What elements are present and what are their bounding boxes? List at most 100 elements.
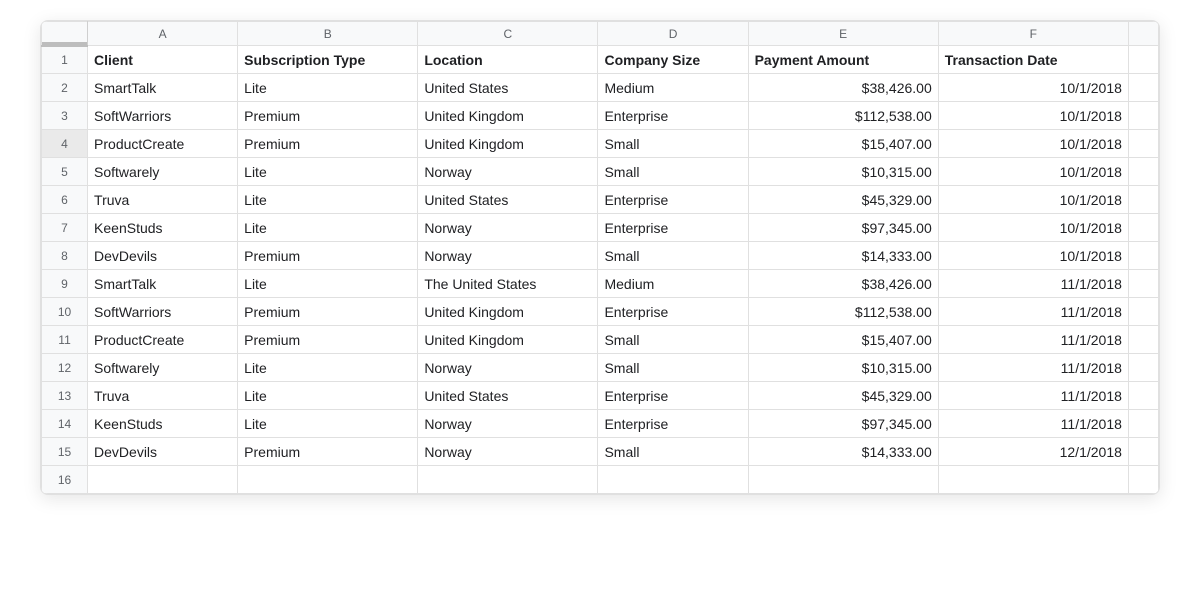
cell-empty[interactable] — [418, 466, 598, 494]
cell-client[interactable]: SoftWarriors — [88, 298, 238, 326]
cell-client[interactable]: SmartTalk — [88, 270, 238, 298]
cell-location[interactable]: United States — [418, 186, 598, 214]
cell-subscription-type[interactable]: Premium — [238, 298, 418, 326]
col-header-D[interactable]: D — [598, 22, 748, 46]
cell-location[interactable]: United Kingdom — [418, 298, 598, 326]
cell-company-size[interactable]: Small — [598, 158, 748, 186]
cell-company-size[interactable]: Small — [598, 242, 748, 270]
cell-blank[interactable] — [1128, 46, 1158, 74]
cell-blank[interactable] — [1128, 410, 1158, 438]
cell-payment-amount[interactable]: $15,407.00 — [748, 130, 938, 158]
cell-transaction-date[interactable]: 11/1/2018 — [938, 410, 1128, 438]
cell-subscription-type[interactable]: Lite — [238, 382, 418, 410]
cell-blank[interactable] — [1128, 354, 1158, 382]
header-payment-amount[interactable]: Payment Amount — [748, 46, 938, 74]
col-header-C[interactable]: C — [418, 22, 598, 46]
cell-company-size[interactable]: Enterprise — [598, 214, 748, 242]
cell-payment-amount[interactable]: $45,329.00 — [748, 186, 938, 214]
cell-location[interactable]: Norway — [418, 158, 598, 186]
cell-transaction-date[interactable]: 10/1/2018 — [938, 130, 1128, 158]
col-header-F[interactable]: F — [938, 22, 1128, 46]
cell-location[interactable]: Norway — [418, 354, 598, 382]
cell-subscription-type[interactable]: Lite — [238, 270, 418, 298]
row-header-1[interactable]: 1 — [42, 46, 88, 74]
cell-transaction-date[interactable]: 10/1/2018 — [938, 74, 1128, 102]
cell-empty[interactable] — [938, 466, 1128, 494]
cell-payment-amount[interactable]: $38,426.00 — [748, 270, 938, 298]
cell-blank[interactable] — [1128, 158, 1158, 186]
row-header-11[interactable]: 11 — [42, 326, 88, 354]
cell-client[interactable]: Truva — [88, 382, 238, 410]
cell-location[interactable]: United States — [418, 74, 598, 102]
cell-location[interactable]: United Kingdom — [418, 102, 598, 130]
row-header-9[interactable]: 9 — [42, 270, 88, 298]
row-header-14[interactable]: 14 — [42, 410, 88, 438]
cell-transaction-date[interactable]: 10/1/2018 — [938, 242, 1128, 270]
cell-client[interactable]: DevDevils — [88, 242, 238, 270]
cell-location[interactable]: United Kingdom — [418, 326, 598, 354]
cell-subscription-type[interactable]: Premium — [238, 102, 418, 130]
cell-location[interactable]: United Kingdom — [418, 130, 598, 158]
cell-company-size[interactable]: Enterprise — [598, 298, 748, 326]
cell-blank[interactable] — [1128, 242, 1158, 270]
header-subscription-type[interactable]: Subscription Type — [238, 46, 418, 74]
cell-payment-amount[interactable]: $10,315.00 — [748, 158, 938, 186]
cell-client[interactable]: SoftWarriors — [88, 102, 238, 130]
cell-blank[interactable] — [1128, 214, 1158, 242]
cell-company-size[interactable]: Enterprise — [598, 102, 748, 130]
cell-blank[interactable] — [1128, 438, 1158, 466]
cell-blank[interactable] — [1128, 382, 1158, 410]
cell-client[interactable]: KeenStuds — [88, 410, 238, 438]
row-header-6[interactable]: 6 — [42, 186, 88, 214]
cell-payment-amount[interactable]: $10,315.00 — [748, 354, 938, 382]
cell-transaction-date[interactable]: 12/1/2018 — [938, 438, 1128, 466]
cell-payment-amount[interactable]: $38,426.00 — [748, 74, 938, 102]
row-header-15[interactable]: 15 — [42, 438, 88, 466]
cell-subscription-type[interactable]: Lite — [238, 74, 418, 102]
row-header-10[interactable]: 10 — [42, 298, 88, 326]
spreadsheet[interactable]: A B C D E F 1ClientSubscription TypeLoca… — [40, 20, 1160, 495]
cell-subscription-type[interactable]: Lite — [238, 410, 418, 438]
cell-transaction-date[interactable]: 10/1/2018 — [938, 102, 1128, 130]
cell-company-size[interactable]: Medium — [598, 74, 748, 102]
cell-company-size[interactable]: Small — [598, 130, 748, 158]
col-header-B[interactable]: B — [238, 22, 418, 46]
row-header-2[interactable]: 2 — [42, 74, 88, 102]
grid[interactable]: A B C D E F 1ClientSubscription TypeLoca… — [41, 21, 1159, 494]
cell-client[interactable]: ProductCreate — [88, 326, 238, 354]
cell-blank[interactable] — [1128, 270, 1158, 298]
cell-client[interactable]: SmartTalk — [88, 74, 238, 102]
row-header-12[interactable]: 12 — [42, 354, 88, 382]
cell-subscription-type[interactable]: Lite — [238, 158, 418, 186]
cell-client[interactable]: DevDevils — [88, 438, 238, 466]
cell-company-size[interactable]: Small — [598, 326, 748, 354]
cell-client[interactable]: ProductCreate — [88, 130, 238, 158]
cell-company-size[interactable]: Medium — [598, 270, 748, 298]
cell-empty[interactable] — [1128, 466, 1158, 494]
cell-subscription-type[interactable]: Lite — [238, 214, 418, 242]
cell-location[interactable]: Norway — [418, 214, 598, 242]
cell-location[interactable]: Norway — [418, 410, 598, 438]
cell-empty[interactable] — [748, 466, 938, 494]
cell-company-size[interactable]: Enterprise — [598, 410, 748, 438]
cell-transaction-date[interactable]: 11/1/2018 — [938, 326, 1128, 354]
cell-payment-amount[interactable]: $14,333.00 — [748, 242, 938, 270]
cell-location[interactable]: Norway — [418, 438, 598, 466]
cell-company-size[interactable]: Small — [598, 438, 748, 466]
cell-payment-amount[interactable]: $97,345.00 — [748, 214, 938, 242]
cell-client[interactable]: Softwarely — [88, 354, 238, 382]
cell-subscription-type[interactable]: Premium — [238, 130, 418, 158]
cell-subscription-type[interactable]: Premium — [238, 242, 418, 270]
cell-payment-amount[interactable]: $112,538.00 — [748, 102, 938, 130]
cell-transaction-date[interactable]: 10/1/2018 — [938, 214, 1128, 242]
cell-transaction-date[interactable]: 10/1/2018 — [938, 186, 1128, 214]
cell-location[interactable]: United States — [418, 382, 598, 410]
cell-location[interactable]: Norway — [418, 242, 598, 270]
row-header-8[interactable]: 8 — [42, 242, 88, 270]
cell-payment-amount[interactable]: $97,345.00 — [748, 410, 938, 438]
row-header-4[interactable]: 4 — [42, 130, 88, 158]
cell-blank[interactable] — [1128, 326, 1158, 354]
cell-transaction-date[interactable]: 10/1/2018 — [938, 158, 1128, 186]
cell-client[interactable]: Softwarely — [88, 158, 238, 186]
cell-blank[interactable] — [1128, 74, 1158, 102]
